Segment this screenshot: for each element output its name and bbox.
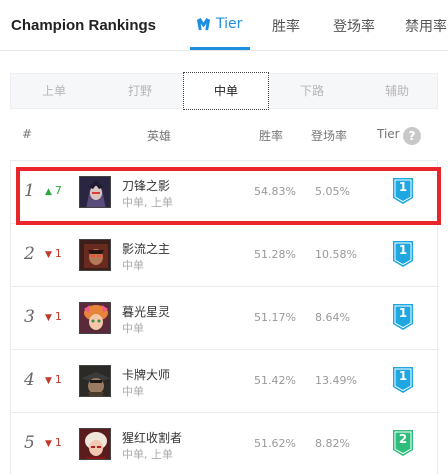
tier-badge: 2 — [393, 430, 413, 456]
pickrate-value: 8.82% — [315, 437, 350, 450]
winrate-value: 51.62% — [254, 437, 296, 450]
column-winrate[interactable]: 胜率 — [259, 127, 283, 144]
rank-trend: ▼ 1 — [45, 436, 62, 449]
header-divider — [0, 50, 448, 51]
rank-change: 1 — [54, 373, 62, 386]
rank-trend: ▼ 1 — [45, 310, 62, 323]
champion-positions: 中单 — [122, 385, 144, 398]
tier-logo-icon — [196, 17, 211, 30]
table-row[interactable]: 5 ▼ 1 猩红收割者 中单, 上单 51.62% 8.82% 2 — [11, 413, 439, 474]
triangle-down-icon: ▼ — [45, 376, 52, 386]
tab-banrate[interactable]: 禁用率 — [405, 16, 447, 36]
rank-change: 1 — [54, 310, 62, 323]
tier-value: 2 — [398, 432, 408, 446]
winrate-value: 51.17% — [254, 311, 296, 324]
pickrate-value: 10.58% — [315, 248, 357, 261]
champion-avatar[interactable] — [79, 302, 111, 334]
rank-number: 3 — [24, 307, 35, 327]
tier-value: 1 — [398, 243, 408, 257]
champion-positions: 中单 — [122, 259, 144, 272]
triangle-down-icon: ▼ — [45, 439, 52, 449]
winrate-value: 51.28% — [254, 248, 296, 261]
rank-change: 1 — [54, 247, 62, 260]
champion-avatar[interactable] — [79, 239, 111, 271]
table-row[interactable]: 4 ▼ 1 卡牌大师 中单 51.42% 13.49% 1 — [11, 350, 439, 413]
rank-number: 2 — [24, 244, 35, 264]
table-header: # 英雄 胜率 登场率 Tier ? — [0, 124, 448, 145]
column-tier: Tier — [377, 127, 400, 141]
question-circle-icon[interactable]: ? — [403, 127, 421, 145]
column-champion: 英雄 — [147, 129, 172, 143]
column-rank: # — [22, 127, 33, 141]
position-tab-jungle[interactable]: 打野 — [97, 74, 183, 108]
position-tab-mid[interactable]: 中单 — [183, 72, 269, 110]
triangle-down-icon: ▼ — [45, 313, 52, 323]
pickrate-value: 13.49% — [315, 374, 357, 387]
top-nav: Champion Rankings Tier 胜率 登场率 禁用率 — [0, 0, 448, 50]
rank-trend: ▼ 1 — [45, 247, 62, 260]
champion-positions: 中单, 上单 — [122, 448, 173, 461]
tab-pickrate[interactable]: 登场率 — [333, 16, 375, 36]
winrate-value: 51.42% — [254, 374, 296, 387]
table-row[interactable]: 3 ▼ 1 暮光星灵 中单 51.17% 8.64% 1 — [11, 287, 439, 350]
rank-number: 5 — [24, 433, 35, 453]
triangle-down-icon: ▼ — [45, 250, 52, 260]
tier-badge: 1 — [393, 367, 413, 393]
position-tab-support[interactable]: 辅助 — [354, 74, 440, 108]
tier-badge: 1 — [393, 304, 413, 330]
page-title: Champion Rankings — [11, 17, 157, 34]
champion-avatar[interactable] — [79, 365, 111, 397]
rank-trend: ▼ 1 — [45, 373, 62, 386]
rank-number: 4 — [24, 370, 35, 390]
position-tab-top[interactable]: 上单 — [11, 74, 97, 108]
tier-badge: 1 — [393, 241, 413, 267]
champion-name[interactable]: 影流之主 — [122, 240, 170, 257]
champion-name[interactable]: 猩红收割者 — [122, 429, 182, 446]
rank-change: 1 — [54, 436, 62, 449]
champion-name[interactable]: 卡牌大师 — [122, 366, 170, 383]
position-tab-bottom[interactable]: 下路 — [269, 74, 355, 108]
tier-value: 1 — [398, 306, 408, 320]
champion-avatar[interactable] — [79, 428, 111, 460]
table-row[interactable]: 2 ▼ 1 影流之主 中单 51.28% 10.58% 1 — [11, 224, 439, 287]
highlight-box — [16, 167, 441, 225]
pickrate-value: 8.64% — [315, 311, 350, 324]
tier-value: 1 — [398, 369, 408, 383]
tab-tier-label: Tier — [216, 16, 243, 32]
tab-tier[interactable]: Tier — [196, 16, 242, 32]
column-pickrate[interactable]: 登场率 — [311, 127, 347, 144]
champion-positions: 中单 — [122, 322, 144, 335]
tab-winrate[interactable]: 胜率 — [272, 16, 300, 36]
champion-name[interactable]: 暮光星灵 — [122, 303, 170, 320]
position-tabs: 上单 打野 中单 下路 辅助 — [10, 72, 440, 110]
